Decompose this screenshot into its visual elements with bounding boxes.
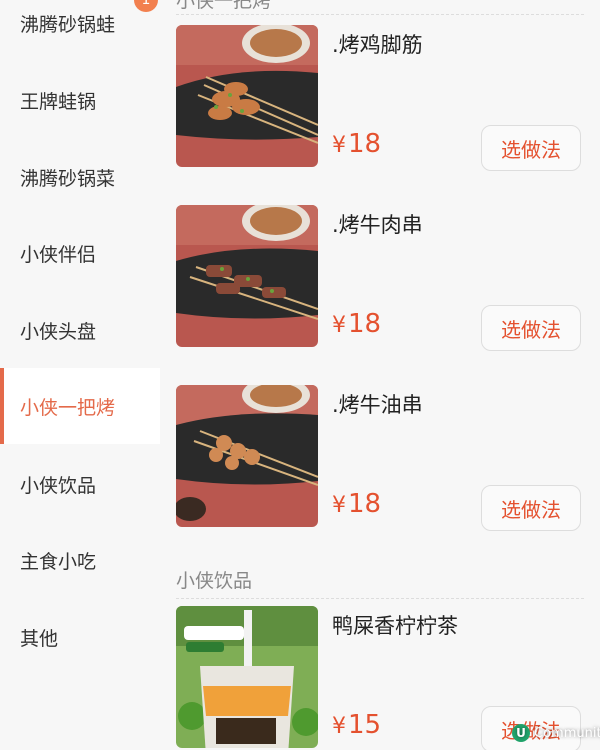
price-value: 18 — [348, 129, 382, 159]
sidebar-item-claypot-vegetables[interactable]: 沸腾砂锅菜 — [0, 139, 160, 215]
sidebar-item-staples-snacks[interactable]: 主食小吃 — [0, 522, 160, 598]
price-value: 18 — [348, 309, 382, 339]
product-image-skewers[interactable] — [176, 205, 318, 347]
choose-options-button[interactable]: 选做法 — [481, 125, 581, 171]
sidebar-item-starters[interactable]: 小侠头盘 — [0, 292, 160, 368]
sidebar-item-signature-frog-pot[interactable]: 王牌蛙锅 — [0, 62, 160, 138]
product-price: ¥18 — [332, 129, 381, 159]
sidebar-item-label: 小侠饮品 — [20, 474, 97, 497]
product-image-skewers[interactable] — [176, 385, 318, 527]
product-price: ¥18 — [332, 309, 381, 339]
sidebar-item-label: 小侠头盘 — [20, 320, 97, 343]
price-value: 18 — [348, 489, 382, 519]
category-sidebar: 1 沸腾砂锅蛙 王牌蛙锅 沸腾砂锅菜 小侠伴侣 小侠头盘 小侠一把烤 小侠饮品 … — [0, 0, 160, 750]
product-name: .烤牛肉串 — [332, 213, 423, 237]
product-price: ¥18 — [332, 489, 381, 519]
product-image-lemon-tea[interactable] — [176, 606, 318, 748]
sidebar-item-label: 小侠一把烤 — [20, 396, 116, 419]
sidebar-item-frog-claypot[interactable]: 沸腾砂锅蛙 — [0, 0, 160, 61]
currency-symbol: ¥ — [332, 714, 346, 739]
price-value: 15 — [348, 710, 382, 740]
sidebar-item-label: 其他 — [20, 627, 59, 650]
sidebar-item-label: 沸腾砂锅菜 — [20, 167, 116, 190]
section-title-grill: 小侠一把烤 — [176, 0, 272, 12]
sidebar-item-drinks[interactable]: 小侠饮品 — [0, 446, 160, 522]
product-card[interactable]: .烤牛油串 ¥18 选做法 — [160, 385, 600, 551]
product-name: .烤牛油串 — [332, 393, 423, 417]
sidebar-item-label: 主食小吃 — [20, 550, 97, 573]
community-logo-icon: U — [512, 724, 530, 742]
currency-symbol: ¥ — [332, 493, 346, 518]
section-divider — [176, 14, 584, 15]
product-price: ¥15 — [332, 710, 381, 740]
product-card[interactable]: .烤牛肉串 ¥18 选做法 — [160, 205, 600, 371]
currency-symbol: ¥ — [332, 313, 346, 338]
currency-symbol: ¥ — [332, 133, 346, 158]
sidebar-item-others[interactable]: 其他 — [0, 599, 160, 675]
sidebar-item-label: 沸腾砂锅蛙 — [20, 13, 116, 36]
sidebar-item-label: 小侠伴侣 — [20, 243, 97, 266]
sidebar-item-grill[interactable]: 小侠一把烤 — [0, 368, 160, 444]
sidebar-item-companions[interactable]: 小侠伴侣 — [0, 215, 160, 291]
product-image-skewers[interactable] — [176, 25, 318, 167]
section-divider — [176, 598, 584, 599]
product-card[interactable]: .烤鸡脚筋 ¥18 选做法 — [160, 25, 600, 191]
product-name: 鸭屎香柠柠茶 — [332, 614, 458, 638]
community-watermark: U Community — [512, 724, 600, 742]
sidebar-item-label: 王牌蛙锅 — [20, 90, 97, 113]
product-name: .烤鸡脚筋 — [332, 33, 423, 57]
section-title-drinks: 小侠饮品 — [176, 570, 253, 592]
choose-options-button[interactable]: 选做法 — [481, 485, 581, 531]
choose-options-button[interactable]: 选做法 — [481, 305, 581, 351]
watermark-text: Community — [534, 725, 600, 741]
product-list[interactable]: 小侠一把烤 .烤鸡脚筋 ¥18 选做法 .烤牛肉串 ¥18 选做法 .烤牛油串 … — [160, 0, 600, 750]
